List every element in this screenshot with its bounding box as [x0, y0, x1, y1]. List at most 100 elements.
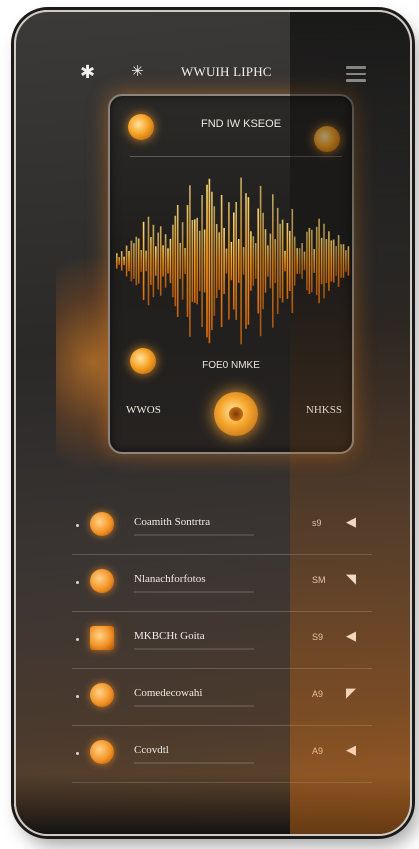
- track-duration: SM: [312, 575, 326, 585]
- waveform-bar: [240, 177, 242, 345]
- track-name: Comedecowahi: [134, 687, 203, 699]
- track-thumbnail: [90, 512, 114, 536]
- left-control-label[interactable]: WWOS: [126, 404, 161, 416]
- waveform-bar: [189, 185, 191, 337]
- bullet: [76, 581, 79, 584]
- waveform-bar: [267, 245, 269, 277]
- play-icon[interactable]: ◀: [346, 742, 356, 758]
- waveform-bar: [315, 226, 318, 296]
- top-bar: ✱ ✳ WWUIH LIPHC: [76, 60, 366, 88]
- waveform-bar: [116, 253, 118, 269]
- waveform-bar: [250, 231, 252, 291]
- waveform-bar: [135, 236, 138, 286]
- waveform-bar: [215, 224, 218, 299]
- waveform-visualizer: [116, 177, 350, 345]
- waveform-bar: [181, 222, 184, 300]
- waveform-bar: [133, 243, 135, 279]
- waveform-bar: [174, 215, 177, 307]
- phone-frame: ✱ ✳ WWUIH LIPHC FND IW KSEOE FOE0 NMKE W…: [14, 10, 412, 836]
- waveform-bar: [208, 178, 211, 344]
- waveform-bar: [306, 231, 308, 291]
- waveform-bar: [118, 257, 120, 265]
- waveform-bar: [230, 241, 233, 281]
- waveform-bar: [235, 202, 237, 320]
- waveform-bar: [123, 256, 125, 266]
- list-item[interactable]: MKBCHt Goita S9 ◀: [72, 612, 372, 669]
- track-label: FOE0 NMKE: [202, 360, 260, 371]
- waveform-bar: [179, 242, 181, 279]
- waveform-bar: [303, 251, 306, 271]
- track-name: Ccovdtl: [134, 744, 169, 756]
- star-icon[interactable]: ✳: [131, 60, 144, 84]
- play-icon[interactable]: ◥: [346, 571, 356, 587]
- waveform-bar: [125, 245, 128, 277]
- waveform-bar: [220, 194, 223, 328]
- waveform-bar: [164, 234, 167, 288]
- track-thumbnail: [90, 740, 114, 764]
- sparkle-icon[interactable]: ✱: [80, 60, 95, 84]
- waveform-bar: [140, 250, 142, 273]
- waveform-bar: [286, 223, 289, 299]
- waveform-bar: [245, 193, 247, 329]
- bottom-bezel: [16, 774, 410, 834]
- waveform-bar: [206, 184, 208, 338]
- waveform-bar: [347, 246, 350, 276]
- waveform-bar: [176, 205, 179, 317]
- waveform-bar: [313, 249, 315, 273]
- waveform-bar: [342, 244, 345, 278]
- playlist: Coamith Sontrtra s9 ◀ Nlanachforfotos SM…: [72, 498, 372, 783]
- divider: [130, 156, 342, 157]
- track-subtitle-bar: [134, 591, 254, 593]
- waveform-bar: [272, 194, 274, 328]
- waveform-bar: [167, 248, 169, 274]
- track-thumbnail: [90, 683, 114, 707]
- right-control-label[interactable]: NHKSS: [306, 404, 342, 416]
- app-title: WWUIH LIPHC: [181, 64, 272, 79]
- track-subtitle-bar: [134, 648, 254, 650]
- waveform-bar: [345, 250, 347, 272]
- waveform-bar: [289, 230, 291, 291]
- play-icon[interactable]: ◤: [346, 685, 356, 701]
- waveform-bar: [323, 223, 325, 299]
- waveform-bar: [325, 239, 328, 283]
- bullet: [76, 638, 79, 641]
- track-duration: A9: [312, 689, 324, 699]
- waveform-bar: [157, 232, 159, 290]
- play-icon[interactable]: ◀: [346, 628, 356, 644]
- track-duration: s9: [312, 518, 322, 528]
- hamburger-menu-icon[interactable]: [346, 66, 366, 82]
- waveform-bar: [320, 237, 323, 285]
- waveform-bar: [130, 240, 133, 282]
- waveform-bar: [218, 232, 220, 290]
- waveform-bar: [196, 217, 198, 305]
- waveform-bar: [330, 240, 333, 282]
- waveform-bar: [225, 248, 228, 274]
- waveform-bar: [203, 229, 206, 293]
- bullet: [76, 524, 79, 527]
- waveform-bar: [318, 218, 320, 304]
- waveform-bar: [201, 195, 203, 328]
- play-button[interactable]: [214, 392, 258, 436]
- list-item[interactable]: Coamith Sontrtra s9 ◀: [72, 498, 372, 555]
- track-thumbnail: [90, 626, 114, 650]
- list-item[interactable]: Comedecowahi A9 ◤: [72, 669, 372, 726]
- play-icon[interactable]: ◀: [346, 514, 356, 530]
- track-name: MKBCHt Goita: [134, 630, 205, 642]
- waveform-bar: [335, 246, 337, 276]
- waveform-bar: [137, 238, 140, 284]
- waveform-bar: [257, 208, 259, 314]
- player-card: FND IW KSEOE FOE0 NMKE WWOS NHKSS: [108, 94, 354, 454]
- waveform-bar: [328, 231, 330, 291]
- list-item[interactable]: Nlanachforfotos SM ◥: [72, 555, 372, 612]
- waveform-bar: [279, 223, 281, 299]
- track-name: Nlanachforfotos: [134, 573, 206, 585]
- waveform-bar: [276, 207, 279, 314]
- track-thumbnail: [90, 569, 114, 593]
- waveform-bar: [264, 229, 267, 293]
- waveform-bar: [186, 205, 189, 317]
- waveform-bar: [308, 227, 311, 294]
- track-name: Coamith Sontrtra: [134, 516, 211, 528]
- track-duration: S9: [312, 632, 324, 642]
- player-caption: FND IW KSEOE: [200, 118, 282, 130]
- waveform-bar: [301, 243, 303, 279]
